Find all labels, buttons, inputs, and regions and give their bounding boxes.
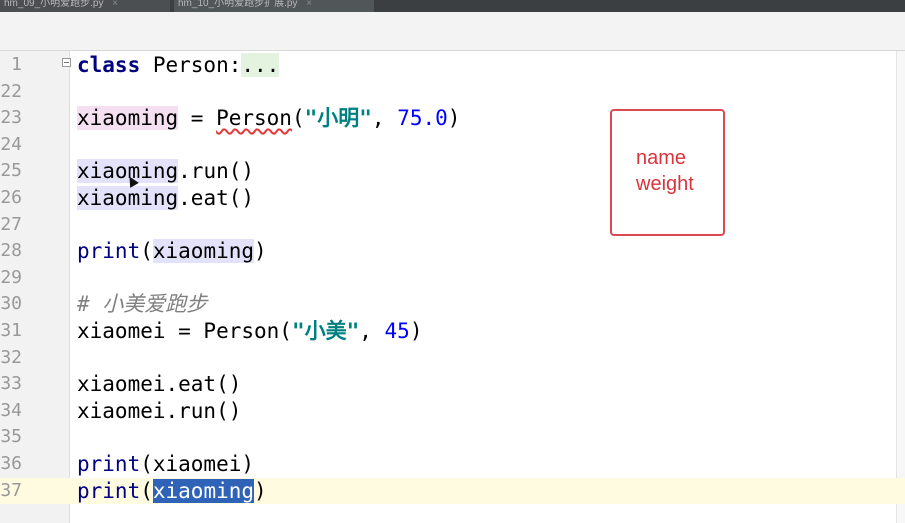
line-number: 32: [0, 346, 22, 368]
code-text[interactable]: xiaoming.eat(): [77, 185, 254, 212]
editor-tab-bar: hm_09_小明爱跑步.py × hm_10_小明爱跑步扩展.py ×: [0, 0, 905, 12]
code-line[interactable]: 31 xiaomei = Person("小美", 45): [0, 318, 905, 345]
code-line[interactable]: 22: [0, 79, 905, 106]
code-line[interactable]: 24: [0, 132, 905, 159]
code-text[interactable]: xiaomei.run(): [77, 398, 241, 425]
line-number: 30: [0, 293, 22, 315]
code-token: # 小美爱跑步: [77, 292, 208, 317]
annotation-line-weight: weight: [636, 173, 694, 195]
code-token: .eat(): [178, 186, 255, 210]
code-text[interactable]: print(xiaomei): [77, 451, 254, 478]
code-line[interactable]: 23 xiaoming = Person("小明", 75.0): [0, 105, 905, 132]
line-number: 25: [0, 160, 22, 182]
annotation-text: name weight: [636, 145, 694, 197]
code-text[interactable]: # 小美爱跑步: [77, 291, 207, 318]
line-number: 24: [0, 133, 22, 155]
editor-tab-hm09[interactable]: hm_09_小明爱跑步.py ×: [0, 0, 170, 12]
code-token: print: [77, 239, 141, 264]
code-line[interactable]: 27: [0, 212, 905, 239]
annotation-line-name: name: [636, 147, 687, 169]
code-token: ,: [359, 319, 385, 343]
code-line[interactable]: 32: [0, 345, 905, 372]
line-number: 31: [0, 320, 22, 341]
code-token: "小美": [291, 319, 360, 343]
line-number: 22: [0, 80, 22, 102]
code-line[interactable]: 34 xiaomei.run(): [0, 398, 905, 425]
code-token: print: [77, 478, 141, 503]
code-token: ): [254, 478, 267, 503]
line-number: 27: [0, 213, 22, 235]
code-text[interactable]: xiaomei = Person("小美", 45): [77, 318, 422, 345]
code-line[interactable]: 29: [0, 265, 905, 292]
code-token: xiaomei = Person(: [77, 319, 292, 343]
code-token: xiaoming: [152, 239, 255, 264]
line-number: 29: [0, 266, 22, 288]
code-token: 45: [384, 319, 410, 343]
close-icon[interactable]: ×: [112, 0, 118, 9]
code-token: xiaoming: [77, 106, 179, 131]
code-token: 75.0: [397, 106, 448, 131]
code-token: Person: [216, 106, 292, 131]
annotation-box: name weight: [610, 109, 725, 236]
code-token: print: [77, 452, 141, 476]
code-token: Person:: [140, 53, 242, 77]
code-token: (: [140, 239, 153, 264]
code-text[interactable]: xiaoming.run(): [77, 158, 254, 185]
code-token: ): [409, 319, 423, 343]
code-text[interactable]: xiaoming = Person("小明", 75.0): [77, 105, 460, 132]
line-number: 34: [0, 399, 22, 421]
editor-tab-hm10[interactable]: hm_10_小明爱跑步扩展.py ×: [174, 0, 374, 12]
line-number: 1: [11, 54, 22, 75]
line-number: 26: [0, 187, 22, 208]
code-line[interactable]: 26 xiaoming.eat(): [0, 185, 905, 212]
line-number: 36: [0, 453, 22, 474]
code-line[interactable]: 1 class Person:...: [0, 52, 905, 79]
code-token: ,: [371, 106, 398, 131]
code-token: (: [291, 106, 305, 131]
code-line[interactable]: 28 print(xiaoming): [0, 238, 905, 265]
line-number: 35: [0, 426, 22, 448]
code-token: ): [254, 239, 267, 264]
code-token: ...: [241, 53, 280, 77]
line-number: 23: [0, 107, 22, 129]
toolbar-area: [0, 12, 905, 51]
code-token: xiaomei.run(): [77, 398, 242, 423]
code-text[interactable]: print(xiaoming): [77, 478, 267, 505]
code-token: (: [140, 478, 153, 503]
code-line[interactable]: 35: [0, 424, 905, 451]
code-token: class: [77, 53, 141, 77]
code-line[interactable]: 30 # 小美爱跑步: [0, 291, 905, 318]
code-token: "小明": [304, 106, 372, 131]
code-line[interactable]: 33 xiaomei.eat(): [0, 371, 905, 398]
code-line[interactable]: 37 print(xiaoming): [0, 477, 905, 505]
code-token: ): [447, 106, 461, 131]
line-number: 33: [0, 373, 22, 395]
code-text[interactable]: print(xiaoming): [77, 238, 267, 265]
code-text[interactable]: xiaomei.eat(): [77, 371, 241, 398]
code-token: (xiaomei): [140, 452, 255, 476]
code-text[interactable]: class Person:...: [77, 52, 280, 79]
line-number: 28: [0, 240, 22, 262]
code-line[interactable]: 36 print(xiaomei): [0, 451, 905, 478]
code-token: .run(): [178, 159, 255, 184]
code-token: xiaomei.eat(): [77, 372, 242, 397]
tab-label: hm_10_小明爱跑步扩展.py: [178, 0, 298, 9]
tab-label: hm_09_小明爱跑步.py: [4, 0, 104, 9]
line-number: 37: [0, 479, 22, 501]
code-token: =: [178, 106, 217, 131]
close-icon[interactable]: ×: [306, 0, 312, 9]
code-token: xiaoming: [77, 186, 179, 210]
code-token: xiaoming: [152, 478, 255, 503]
fold-toggle-icon[interactable]: [62, 58, 71, 67]
